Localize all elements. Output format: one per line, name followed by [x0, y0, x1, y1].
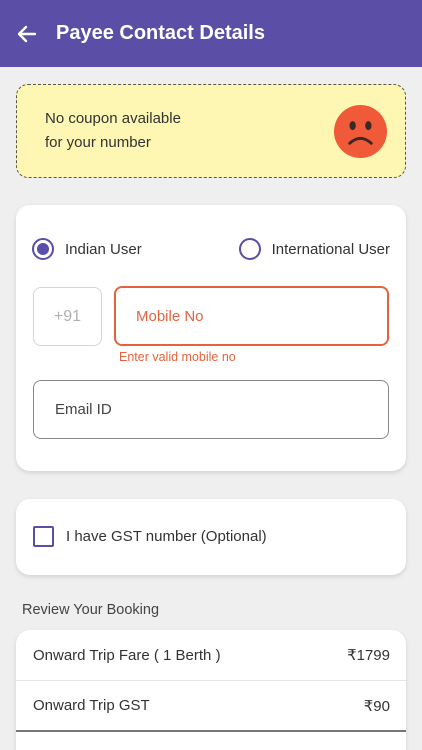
coupon-message-line1: No coupon available: [45, 110, 181, 127]
radio-indian-user-label: Indian User: [65, 240, 142, 258]
arrow-left-icon: [17, 25, 37, 42]
app-bar: Payee Contact Details: [0, 0, 422, 67]
user-type-selector: Indian User International User: [32, 237, 390, 261]
email-field: [33, 380, 389, 439]
fare-label: Onward Trip GST: [33, 697, 150, 714]
fare-amount: ₹90: [363, 697, 390, 715]
radio-indian-user[interactable]: Indian User: [32, 238, 142, 260]
coupon-message-line2: for your number: [45, 134, 151, 151]
fare-row: Onward Trip GST ₹90: [16, 681, 406, 732]
gst-label: I have GST number (Optional): [66, 528, 267, 545]
review-section-title: Review Your Booking: [22, 602, 160, 618]
coupon-message: No coupon available for your number: [45, 107, 245, 155]
gst-card: I have GST number (Optional): [16, 499, 406, 575]
review-card: Onward Trip Fare ( 1 Berth ) ₹1799 Onwar…: [16, 630, 406, 750]
radio-unselected-icon: [238, 238, 261, 260]
mobile-error-message: Enter valid mobile no: [119, 350, 236, 364]
radio-international-user[interactable]: International User: [238, 238, 390, 260]
mobile-input[interactable]: [136, 307, 366, 325]
sad-face-icon: [333, 104, 388, 158]
gst-checkbox[interactable]: [33, 526, 54, 547]
fare-amount: ₹1799: [347, 647, 390, 664]
fare-label: Onward Trip Fare ( 1 Berth ): [33, 646, 221, 664]
mobile-field: [114, 286, 389, 346]
email-input[interactable]: [55, 401, 375, 418]
country-code-field[interactable]: +91: [33, 287, 102, 346]
page-title: Payee Contact Details: [56, 22, 265, 44]
fare-row: Onward Trip Fare ( 1 Berth ) ₹1799: [16, 630, 406, 681]
back-button[interactable]: [0, 0, 50, 67]
gst-checkbox-row[interactable]: I have GST number (Optional): [33, 526, 267, 547]
coupon-banner: No coupon available for your number: [16, 84, 406, 178]
radio-international-user-label: International User: [271, 240, 390, 258]
contact-card: Indian User International User +91 Enter…: [16, 205, 406, 471]
radio-selected-icon: [32, 238, 54, 260]
